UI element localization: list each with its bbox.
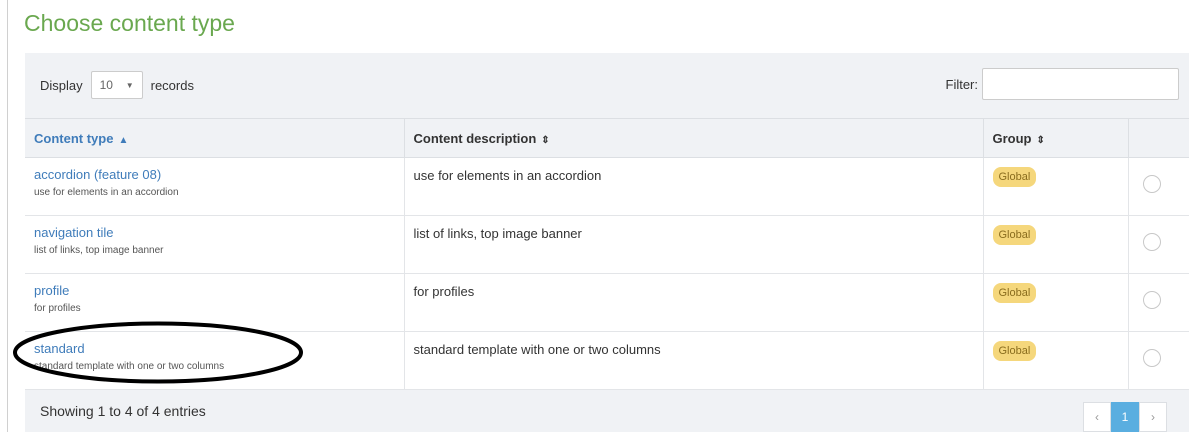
table-header-row: Content type ▲ Content description ⇕ Group… xyxy=(25,118,1189,158)
records-per-page-select[interactable]: 10 ▼ xyxy=(90,71,143,99)
column-header-select xyxy=(1128,118,1189,158)
select-cell xyxy=(1128,215,1189,274)
column-header-content-description[interactable]: Content description ⇕ xyxy=(404,118,984,158)
radio-icon[interactable] xyxy=(1142,233,1161,251)
description-text: for profiles xyxy=(413,284,475,299)
radio-icon[interactable] xyxy=(1142,175,1161,193)
filter-label: Filter: xyxy=(945,76,979,92)
description-cell: for profiles xyxy=(404,273,984,332)
description-text: standard template with one or two column… xyxy=(413,342,661,357)
content-type-cell: accordion (feature 08) use for elements … xyxy=(25,157,405,216)
sort-icon: ⇕ xyxy=(541,134,550,146)
group-cell: Global xyxy=(983,157,1129,216)
column-header-label: Group xyxy=(992,130,1032,146)
select-cell xyxy=(1128,331,1189,390)
page-left-border xyxy=(7,0,8,432)
table-row: accordion (feature 08) use for elements … xyxy=(25,157,1189,216)
group-badge: Global xyxy=(992,283,1037,303)
display-length-control: Display 10 ▼ records xyxy=(40,71,194,99)
description-text: use for elements in an accordion xyxy=(413,168,602,183)
page-button-current[interactable]: 1 xyxy=(1111,402,1139,432)
filter-control: Filter: xyxy=(945,68,1179,100)
table-info: Showing 1 to 4 of 4 entries xyxy=(40,403,206,419)
content-type-link[interactable]: navigation tile xyxy=(34,225,395,240)
records-label: records xyxy=(150,77,194,93)
content-type-subtitle: list of links, top image banner xyxy=(34,245,164,256)
caret-up-icon: ▲ xyxy=(118,134,129,146)
content-type-link[interactable]: standard xyxy=(34,341,395,356)
radio-icon[interactable] xyxy=(1142,291,1161,309)
column-header-label: Content description xyxy=(413,130,537,146)
description-cell: standard template with one or two column… xyxy=(404,331,984,390)
radio-icon[interactable] xyxy=(1142,349,1161,367)
pagination: ‹ 1 › xyxy=(1083,402,1167,432)
content-type-cell: standard standard template with one or t… xyxy=(25,331,405,390)
content-type-cell: profile for profiles xyxy=(25,273,405,332)
previous-page-button[interactable]: ‹ xyxy=(1083,402,1111,432)
records-per-page-value: 10 xyxy=(99,78,113,92)
page-title: Choose content type xyxy=(24,10,235,36)
display-label: Display xyxy=(40,77,83,93)
table-row: profile for profiles for profiles Global xyxy=(25,273,1189,332)
content-type-subtitle: standard template with one or two column… xyxy=(34,361,225,372)
table-row: navigation tile list of links, top image… xyxy=(25,215,1189,274)
group-badge: Global xyxy=(992,341,1037,361)
content-type-link[interactable]: profile xyxy=(34,283,395,298)
select-cell xyxy=(1128,273,1189,332)
chevron-down-icon: ▼ xyxy=(125,80,134,90)
content-type-panel: Display 10 ▼ records Filter: Content typ… xyxy=(25,53,1189,432)
description-cell: use for elements in an accordion xyxy=(404,157,984,216)
column-header-content-type[interactable]: Content type ▲ xyxy=(25,118,405,158)
description-cell: list of links, top image banner xyxy=(404,215,984,274)
content-type-table: Content type ▲ Content description ⇕ Group… xyxy=(25,118,1189,390)
content-type-cell: navigation tile list of links, top image… xyxy=(25,215,405,274)
column-header-group[interactable]: Group ⇕ xyxy=(983,118,1129,158)
group-badge: Global xyxy=(992,167,1037,187)
content-type-subtitle: use for elements in an accordion xyxy=(34,187,179,198)
group-cell: Global xyxy=(983,273,1129,332)
column-header-label: Content type xyxy=(34,130,114,146)
content-type-subtitle: for profiles xyxy=(34,303,81,314)
filter-input[interactable] xyxy=(982,68,1179,100)
table-row: standard standard template with one or t… xyxy=(25,331,1189,390)
select-cell xyxy=(1128,157,1189,216)
sort-icon: ⇕ xyxy=(1036,134,1045,146)
group-cell: Global xyxy=(983,331,1129,390)
description-text: list of links, top image banner xyxy=(413,226,582,241)
content-type-link[interactable]: accordion (feature 08) xyxy=(34,167,395,182)
group-cell: Global xyxy=(983,215,1129,274)
group-badge: Global xyxy=(992,225,1037,245)
next-page-button[interactable]: › xyxy=(1139,402,1167,432)
